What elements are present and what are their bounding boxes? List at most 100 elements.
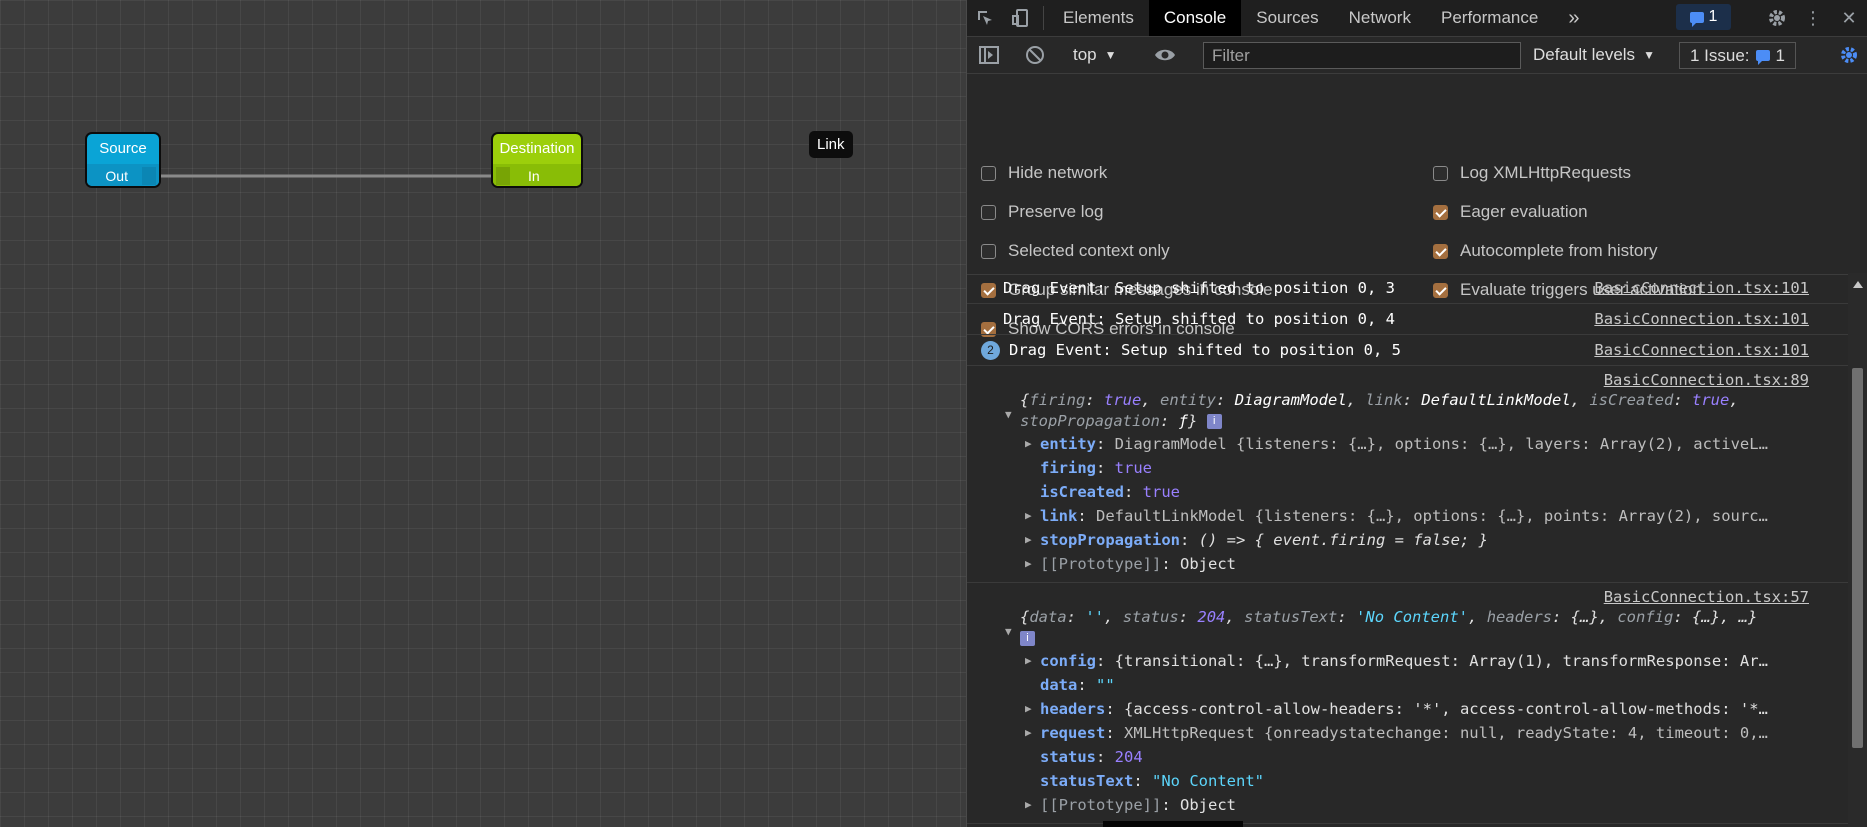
- settings-gear-icon[interactable]: [1759, 0, 1795, 36]
- tab-elements[interactable]: Elements: [1048, 0, 1149, 36]
- source-node-title: Source: [99, 140, 147, 157]
- tab-console[interactable]: Console: [1148, 0, 1242, 36]
- object-property[interactable]: ▶ [[Prototype]]: Object: [967, 552, 1800, 576]
- info-icon[interactable]: i: [1020, 631, 1035, 646]
- more-tabs-chevron-icon[interactable]: »: [1553, 0, 1594, 36]
- autocomplete-option[interactable]: Autocomplete from history: [1433, 241, 1657, 261]
- close-icon[interactable]: ✕: [1831, 0, 1867, 36]
- object-property[interactable]: ▶ config: {transitional: {…}, transformRe…: [967, 649, 1800, 673]
- source-link[interactable]: BasicConnection.tsx:57: [967, 587, 1849, 607]
- console-message: Drag Event: Setup shifted to position 0,…: [967, 273, 1849, 304]
- issues-badge-count: 1: [1708, 8, 1718, 25]
- object-property[interactable]: ▶ [[Prototype]]: Object: [967, 793, 1800, 817]
- log-xhr-option[interactable]: Log XMLHttpRequests: [1433, 163, 1631, 183]
- issues-button[interactable]: 1 Issue: 1: [1679, 42, 1797, 69]
- preserve-log-option[interactable]: Preserve log: [981, 202, 1103, 222]
- collapsed-triangle-icon[interactable]: ▶: [1025, 793, 1032, 817]
- source-link[interactable]: BasicConnection.tsx:101: [1594, 273, 1809, 303]
- collapsed-triangle-icon[interactable]: ▶: [1025, 432, 1032, 456]
- sidebar-toggle-icon[interactable]: [971, 37, 1007, 73]
- object-property[interactable]: ▶ stopPropagation: () => { event.firing =…: [967, 528, 1800, 552]
- object-property: firing: true: [1040, 459, 1152, 477]
- log-levels-select[interactable]: Default levels ▼: [1533, 37, 1655, 73]
- console-toolbar: top ▼ Default levels ▼ 1 Issue: 1: [967, 37, 1867, 74]
- checkbox[interactable]: [981, 243, 996, 259]
- tab-network[interactable]: Network: [1334, 0, 1426, 36]
- eager-evaluation-option[interactable]: Eager evaluation: [1433, 202, 1588, 222]
- out-port-handle[interactable]: [142, 167, 156, 185]
- repeat-count-badge: 2: [981, 341, 1000, 360]
- object-property[interactable]: ▶ headers: {access-control-allow-headers:…: [967, 697, 1800, 721]
- diagram-canvas[interactable]: Source Out Destination In Link: [0, 0, 966, 827]
- source-node[interactable]: Source Out: [87, 134, 159, 186]
- collapsed-triangle-icon[interactable]: ▶: [1025, 649, 1032, 673]
- option-label: Autocomplete from history: [1460, 241, 1658, 260]
- expanded-triangle-icon[interactable]: ▼: [1005, 621, 1012, 642]
- checkbox[interactable]: [1433, 243, 1448, 259]
- collapsed-triangle-icon[interactable]: ▶: [1025, 721, 1032, 745]
- kebab-menu-icon[interactable]: ⋮: [1795, 0, 1831, 36]
- console-output[interactable]: Drag Event: Setup shifted to position 0,…: [967, 273, 1849, 827]
- destination-node[interactable]: Destination In: [493, 134, 581, 186]
- object-property: data: "": [1040, 676, 1115, 694]
- checkbox[interactable]: [981, 204, 996, 220]
- tab-sources[interactable]: Sources: [1241, 0, 1333, 36]
- message-icon: [1755, 50, 1770, 65]
- source-link[interactable]: BasicConnection.tsx:89: [967, 370, 1849, 390]
- scroll-up-arrow-icon[interactable]: [1853, 281, 1863, 288]
- object-summary[interactable]: ▼ {data: '', status: 204, statusText: 'No…: [967, 607, 1849, 649]
- expanded-triangle-icon[interactable]: ▼: [1005, 404, 1012, 425]
- source-link[interactable]: BasicConnection.tsx:101: [1594, 304, 1809, 334]
- option-label: Preserve log: [1008, 202, 1104, 221]
- tabbar-right-controls: ⋮ ✕: [1759, 0, 1867, 36]
- option-label: Hide network: [1008, 163, 1108, 182]
- chevron-down-icon: ▼: [1104, 48, 1117, 62]
- hide-network-option[interactable]: Hide network: [981, 163, 1107, 183]
- message-icon: [1689, 11, 1704, 27]
- tab-performance[interactable]: Performance: [1426, 0, 1553, 36]
- console-scrollbar[interactable]: [1848, 273, 1867, 827]
- console-object-message: BasicConnection.tsx:89 ▼ {firing: true, e…: [967, 366, 1849, 583]
- collapsed-triangle-icon[interactable]: ▶: [1025, 504, 1032, 528]
- info-icon[interactable]: i: [1206, 414, 1222, 429]
- clear-console-icon[interactable]: [1017, 37, 1053, 73]
- devtools-panel: Elements Console Sources Network Perform…: [966, 0, 1867, 827]
- destination-node-title: Destination: [499, 140, 575, 157]
- drawer-resize-handle[interactable]: [1103, 821, 1243, 827]
- console-settings-gear-icon[interactable]: [1831, 37, 1867, 73]
- object-property: statusText: "No Content": [1040, 772, 1264, 790]
- inspect-element-icon[interactable]: [967, 0, 1003, 36]
- source-link[interactable]: BasicConnection.tsx:101: [1594, 335, 1809, 365]
- link-line[interactable]: [0, 0, 966, 827]
- chevron-down-icon: ▼: [1643, 48, 1655, 62]
- issues-count: 1: [1775, 45, 1786, 65]
- source-out-port[interactable]: Out: [87, 164, 159, 186]
- live-expression-eye-icon[interactable]: [1147, 37, 1183, 73]
- destination-in-port[interactable]: In: [493, 164, 581, 186]
- console-object-message: BasicConnection.tsx:57 ▼ {data: '', statu…: [967, 583, 1849, 824]
- device-toolbar-icon[interactable]: [1003, 0, 1039, 36]
- checkbox[interactable]: [1433, 165, 1448, 181]
- levels-label: Default levels: [1533, 45, 1636, 64]
- object-property[interactable]: ▶ request: XMLHttpRequest {onreadystatech…: [967, 721, 1800, 745]
- checkbox[interactable]: [1433, 204, 1448, 220]
- object-property: status: 204: [1040, 748, 1143, 766]
- issues-badge[interactable]: 1: [1676, 4, 1731, 30]
- option-label: Eager evaluation: [1460, 202, 1588, 221]
- scrollbar-thumb[interactable]: [1852, 368, 1863, 748]
- filter-input[interactable]: [1203, 42, 1521, 69]
- link-label[interactable]: Link: [809, 131, 853, 158]
- object-property[interactable]: ▶ entity: DiagramModel {listeners: {…}, o…: [967, 432, 1800, 456]
- context-select[interactable]: top ▼: [1073, 37, 1117, 73]
- object-property[interactable]: ▶ link: DefaultLinkModel {listeners: {…},…: [967, 504, 1800, 528]
- collapsed-triangle-icon[interactable]: ▶: [1025, 697, 1032, 721]
- collapsed-triangle-icon[interactable]: ▶: [1025, 552, 1032, 576]
- console-settings-pane: Hide network Preserve log Selected conte…: [967, 74, 1867, 338]
- option-label: Selected context only: [1008, 241, 1170, 260]
- separator: [1043, 6, 1044, 30]
- selected-context-option[interactable]: Selected context only: [981, 241, 1170, 261]
- checkbox[interactable]: [981, 165, 996, 181]
- object-summary[interactable]: ▼ {firing: true, entity: DiagramModel, li…: [967, 390, 1849, 432]
- in-port-handle[interactable]: [496, 167, 510, 185]
- collapsed-triangle-icon[interactable]: ▶: [1025, 528, 1032, 552]
